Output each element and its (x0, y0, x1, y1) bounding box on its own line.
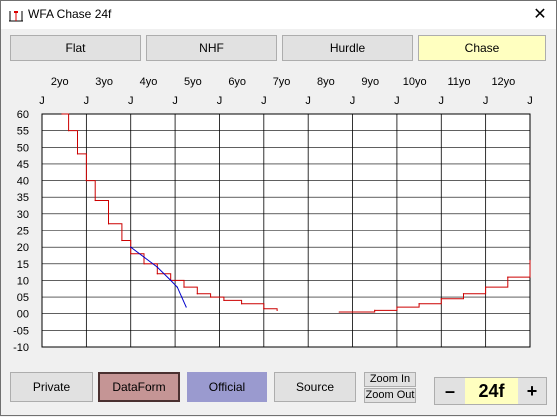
data-point-red (76, 153, 79, 155)
distance-stepper: – 24f + (434, 377, 547, 405)
data-point-red (130, 253, 132, 255)
data-point-blue (143, 256, 145, 258)
data-point-red (94, 199, 96, 202)
data-point-red (85, 179, 87, 182)
y-tick-label: -10 (13, 342, 29, 354)
data-point-red (68, 130, 70, 132)
tab-nhf[interactable]: NHF (146, 35, 277, 61)
y-tick-label: 30 (17, 209, 29, 221)
data-point-blue (181, 296, 183, 298)
x-month-label: J (483, 95, 489, 107)
data-point-blue (156, 266, 158, 268)
y-tick-label: 35 (17, 192, 29, 204)
data-point-red (440, 298, 442, 300)
x-month-label: J (39, 95, 45, 107)
data-point-blue (170, 279, 172, 282)
x-age-label: 6yo (228, 76, 246, 88)
close-button[interactable]: ✕ (524, 1, 556, 29)
x-age-label: 7yo (273, 76, 291, 88)
data-point-red (418, 303, 420, 305)
y-tick-label: 20 (17, 242, 29, 254)
y-tick-label: 40 (17, 176, 29, 188)
y-tick-label: 55 (17, 126, 29, 138)
data-point-red (351, 311, 354, 313)
x-month-label: J (217, 95, 223, 107)
x-age-label: 2yo (51, 76, 69, 88)
data-point-blue (185, 306, 187, 308)
data-point-red (156, 273, 158, 275)
data-point-red (170, 279, 172, 282)
chart-app-icon (9, 11, 23, 22)
data-point-red (462, 293, 465, 295)
data-point-red (183, 286, 185, 288)
x-month-label: J (439, 95, 445, 107)
zoom-in-button[interactable]: Zoom In (364, 372, 416, 387)
x-age-label: 8yo (317, 76, 335, 88)
data-point-red (263, 308, 265, 310)
data-point-red (507, 276, 509, 278)
private-button[interactable]: Private (10, 372, 93, 402)
x-age-label: 4yo (140, 76, 158, 88)
x-age-label: 10yo (403, 76, 427, 88)
data-point-red (107, 223, 110, 225)
y-tick-label: 15 (17, 259, 29, 271)
x-month-label: J (84, 95, 90, 107)
x-month-label: J (394, 95, 400, 107)
data-point-red (396, 306, 398, 308)
distance-value: 24f (465, 378, 518, 404)
data-point-red (529, 259, 531, 262)
data-point-blue (130, 246, 132, 248)
wfa-chart: 60 55 50 45 40 35 30 25 20 15 10 05 00 -05 -10 2yo 3yo 4y… (13, 76, 533, 354)
data-point-red (121, 239, 123, 242)
title-bar: WFA Chase 24f ✕ (1, 1, 556, 29)
x-age-label: 5yo (184, 76, 202, 88)
increase-distance-button[interactable]: + (518, 378, 546, 404)
tab-hurdle[interactable]: Hurdle (282, 35, 413, 61)
official-button[interactable]: Official (187, 372, 267, 402)
wfa-window: WFA Chase 24f ✕ Flat NHF Hurdle Chase 60… (0, 0, 557, 416)
x-month-label: J (305, 95, 311, 107)
data-point-red (209, 296, 212, 298)
data-point-red (485, 286, 487, 288)
x-age-label: 9yo (361, 76, 379, 88)
x-age-label: 11yo (447, 76, 470, 88)
x-month-label: J (350, 95, 356, 107)
data-point-red (61, 113, 63, 115)
y-tick-label: 25 (17, 226, 29, 238)
tab-chase[interactable]: Chase (418, 35, 546, 61)
source-button[interactable]: Source (274, 372, 356, 402)
y-tick-label: 05 (17, 292, 29, 304)
x-month-label: J (261, 95, 267, 107)
x-month-label: J (172, 95, 178, 107)
tab-flat[interactable]: Flat (10, 35, 141, 61)
data-point-red (143, 263, 145, 265)
data-point-red (338, 311, 340, 313)
data-point-red (276, 309, 278, 311)
x-age-label: 12yo (491, 76, 515, 88)
y-tick-label: 50 (17, 142, 29, 154)
data-point-blue (176, 286, 178, 288)
x-month-label: J (527, 95, 533, 107)
plot-area (41, 113, 531, 348)
x-month-label: J (128, 95, 134, 107)
window-title: WFA Chase 24f (28, 7, 112, 21)
y-tick-label: 45 (17, 159, 29, 171)
data-point-red (196, 293, 198, 295)
zoom-out-button[interactable]: Zoom Out (364, 388, 416, 403)
decrease-distance-button[interactable]: – (435, 378, 465, 404)
series-line-red (62, 113, 278, 311)
y-tick-label: 00 (17, 309, 29, 321)
series-line-blue (130, 246, 187, 308)
series-line-red (339, 260, 531, 313)
dataform-button[interactable]: DataForm (98, 372, 180, 402)
y-tick-label: -05 (13, 325, 29, 337)
x-age-label: 3yo (95, 76, 113, 88)
data-point-red (374, 309, 376, 311)
y-tick-label: 10 (17, 275, 29, 287)
data-point-red (223, 299, 225, 301)
data-point-red (241, 303, 243, 305)
y-tick-label: 60 (17, 109, 29, 121)
